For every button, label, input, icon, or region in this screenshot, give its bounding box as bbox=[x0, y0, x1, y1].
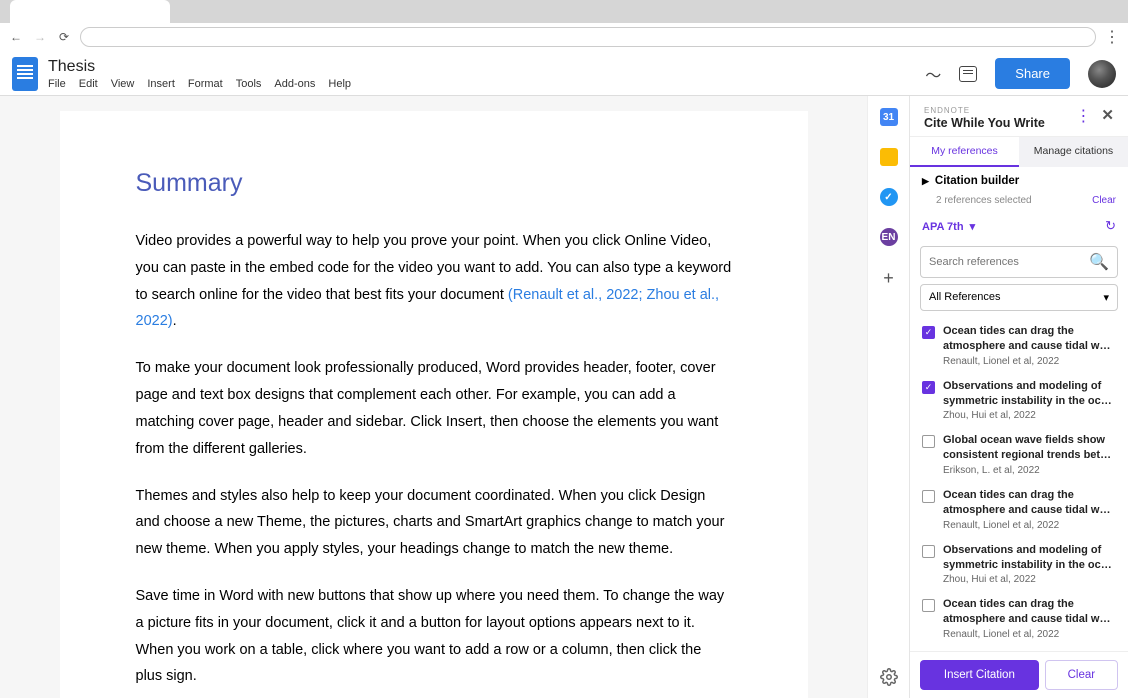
paragraph: Save time in Word with new buttons that … bbox=[136, 583, 732, 690]
tasks-icon[interactable]: ✓ bbox=[880, 188, 898, 206]
reference-item[interactable]: ✓ Observations and modeling of symmetric … bbox=[920, 374, 1118, 429]
gear-icon[interactable] bbox=[880, 668, 898, 686]
reference-author: Renault, Lionel et al, 2022 bbox=[943, 520, 1116, 531]
forward-icon: → bbox=[32, 29, 48, 45]
more-icon[interactable]: ⋮ bbox=[1075, 106, 1091, 126]
sidebar-title: Cite While You Write bbox=[924, 116, 1075, 130]
reference-checkbox[interactable] bbox=[922, 435, 935, 448]
close-icon[interactable]: ✕ bbox=[1101, 106, 1114, 124]
endnote-icon[interactable]: EN bbox=[880, 228, 898, 246]
docs-logo-icon[interactable] bbox=[12, 57, 38, 91]
address-bar: ← → ⟳ ⋮ bbox=[0, 23, 1128, 50]
document-canvas[interactable]: Summary Video provides a powerful way to… bbox=[0, 96, 867, 698]
menu-bar: File Edit View Insert Format Tools Add-ons Help bbox=[48, 78, 925, 90]
paragraph: Video provides a powerful way to help yo… bbox=[136, 228, 732, 335]
refresh-icon[interactable]: ↻ bbox=[1105, 218, 1116, 234]
document-title[interactable]: Thesis bbox=[48, 58, 925, 76]
reference-item[interactable]: ✓ Ocean tides can drag the atmosphere and… bbox=[920, 319, 1118, 374]
reference-title: Ocean tides can drag the atmosphere and … bbox=[943, 488, 1116, 518]
reference-checkbox[interactable] bbox=[922, 490, 935, 503]
activity-icon[interactable]: 〜 bbox=[925, 62, 941, 86]
browser-chrome: ← → ⟳ ⋮ bbox=[0, 0, 1128, 50]
reload-icon[interactable]: ⟳ bbox=[56, 29, 72, 45]
reference-list: ✓ Ocean tides can drag the atmosphere and… bbox=[910, 317, 1128, 651]
share-button[interactable]: Share bbox=[995, 58, 1070, 89]
reference-title: Global ocean wave fields show consistent… bbox=[943, 433, 1116, 463]
reference-item[interactable]: Ocean tides can drag the atmosphere and … bbox=[920, 592, 1118, 647]
back-icon[interactable]: ← bbox=[8, 29, 24, 45]
menu-view[interactable]: View bbox=[111, 78, 135, 90]
citation-builder-toggle[interactable]: ▶Citation builder bbox=[910, 167, 1128, 195]
insert-citation-button[interactable]: Insert Citation bbox=[920, 660, 1039, 690]
reference-author: Renault, Lionel et al, 2022 bbox=[943, 356, 1116, 367]
reference-title: Ocean tides can drag the atmosphere and … bbox=[943, 324, 1116, 354]
browser-tab[interactable] bbox=[10, 0, 170, 23]
reference-checkbox[interactable]: ✓ bbox=[922, 326, 935, 339]
clear-selection-link[interactable]: Clear bbox=[1092, 195, 1116, 206]
side-rail: 31 ✓ EN + bbox=[867, 96, 909, 698]
chevron-down-icon: ▾ bbox=[1103, 291, 1109, 304]
reference-item[interactable]: Ocean tides can drag the atmosphere and … bbox=[920, 483, 1118, 538]
reference-checkbox[interactable] bbox=[922, 545, 935, 558]
url-input[interactable] bbox=[80, 27, 1096, 47]
search-input[interactable] bbox=[929, 256, 1089, 268]
selected-count: 2 references selected bbox=[936, 195, 1032, 206]
heading-summary: Summary bbox=[136, 169, 732, 198]
reference-checkbox[interactable]: ✓ bbox=[922, 381, 935, 394]
chevron-right-icon: ▶ bbox=[922, 176, 929, 187]
tab-manage-citations[interactable]: Manage citations bbox=[1019, 137, 1128, 167]
reference-author: Zhou, Hui et al, 2022 bbox=[943, 574, 1116, 585]
page: Summary Video provides a powerful way to… bbox=[60, 111, 808, 698]
reference-author: Zhou, Hui et al, 2022 bbox=[943, 410, 1116, 421]
menu-edit[interactable]: Edit bbox=[79, 78, 98, 90]
docs-header: Thesis File Edit View Insert Format Tools Add-… bbox=[0, 50, 1128, 96]
paragraph: Themes and styles also help to keep your… bbox=[136, 483, 732, 563]
sidebar-brand: ENDNOTE bbox=[924, 106, 1075, 115]
reference-item[interactable]: Global ocean wave fields show consistent… bbox=[920, 428, 1118, 483]
menu-insert[interactable]: Insert bbox=[147, 78, 175, 90]
menu-format[interactable]: Format bbox=[188, 78, 223, 90]
tab-my-references[interactable]: My references bbox=[910, 137, 1019, 167]
search-references[interactable]: 🔍 bbox=[920, 246, 1118, 278]
library-select[interactable]: All References▾ bbox=[920, 284, 1118, 311]
reference-author: Renault, Lionel et al, 2022 bbox=[943, 629, 1116, 640]
citation-style-select[interactable]: APA 7th ▾ bbox=[922, 220, 975, 233]
browser-menu-icon[interactable]: ⋮ bbox=[1104, 27, 1120, 47]
clear-button[interactable]: Clear bbox=[1045, 660, 1118, 690]
menu-help[interactable]: Help bbox=[328, 78, 351, 90]
endnote-sidebar: ENDNOTE Cite While You Write ⋮ ✕ My refe… bbox=[909, 96, 1128, 698]
comments-icon[interactable] bbox=[959, 66, 977, 82]
keep-icon[interactable] bbox=[880, 148, 898, 166]
menu-add-ons[interactable]: Add-ons bbox=[274, 78, 315, 90]
calendar-icon[interactable]: 31 bbox=[880, 108, 898, 126]
reference-title: Observations and modeling of symmetric i… bbox=[943, 543, 1116, 573]
menu-file[interactable]: File bbox=[48, 78, 66, 90]
reference-title: Observations and modeling of symmetric i… bbox=[943, 379, 1116, 409]
search-icon[interactable]: 🔍 bbox=[1089, 252, 1109, 272]
reference-item[interactable]: Observations and modeling of symmetric i… bbox=[920, 538, 1118, 593]
reference-checkbox[interactable] bbox=[922, 599, 935, 612]
tab-strip bbox=[0, 0, 1128, 23]
add-addon-icon[interactable]: + bbox=[883, 268, 894, 289]
paragraph: To make your document look professionall… bbox=[136, 355, 732, 462]
avatar[interactable] bbox=[1088, 60, 1116, 88]
reference-author: Erikson, L. et al, 2022 bbox=[943, 465, 1116, 476]
menu-tools[interactable]: Tools bbox=[236, 78, 262, 90]
reference-title: Ocean tides can drag the atmosphere and … bbox=[943, 597, 1116, 627]
